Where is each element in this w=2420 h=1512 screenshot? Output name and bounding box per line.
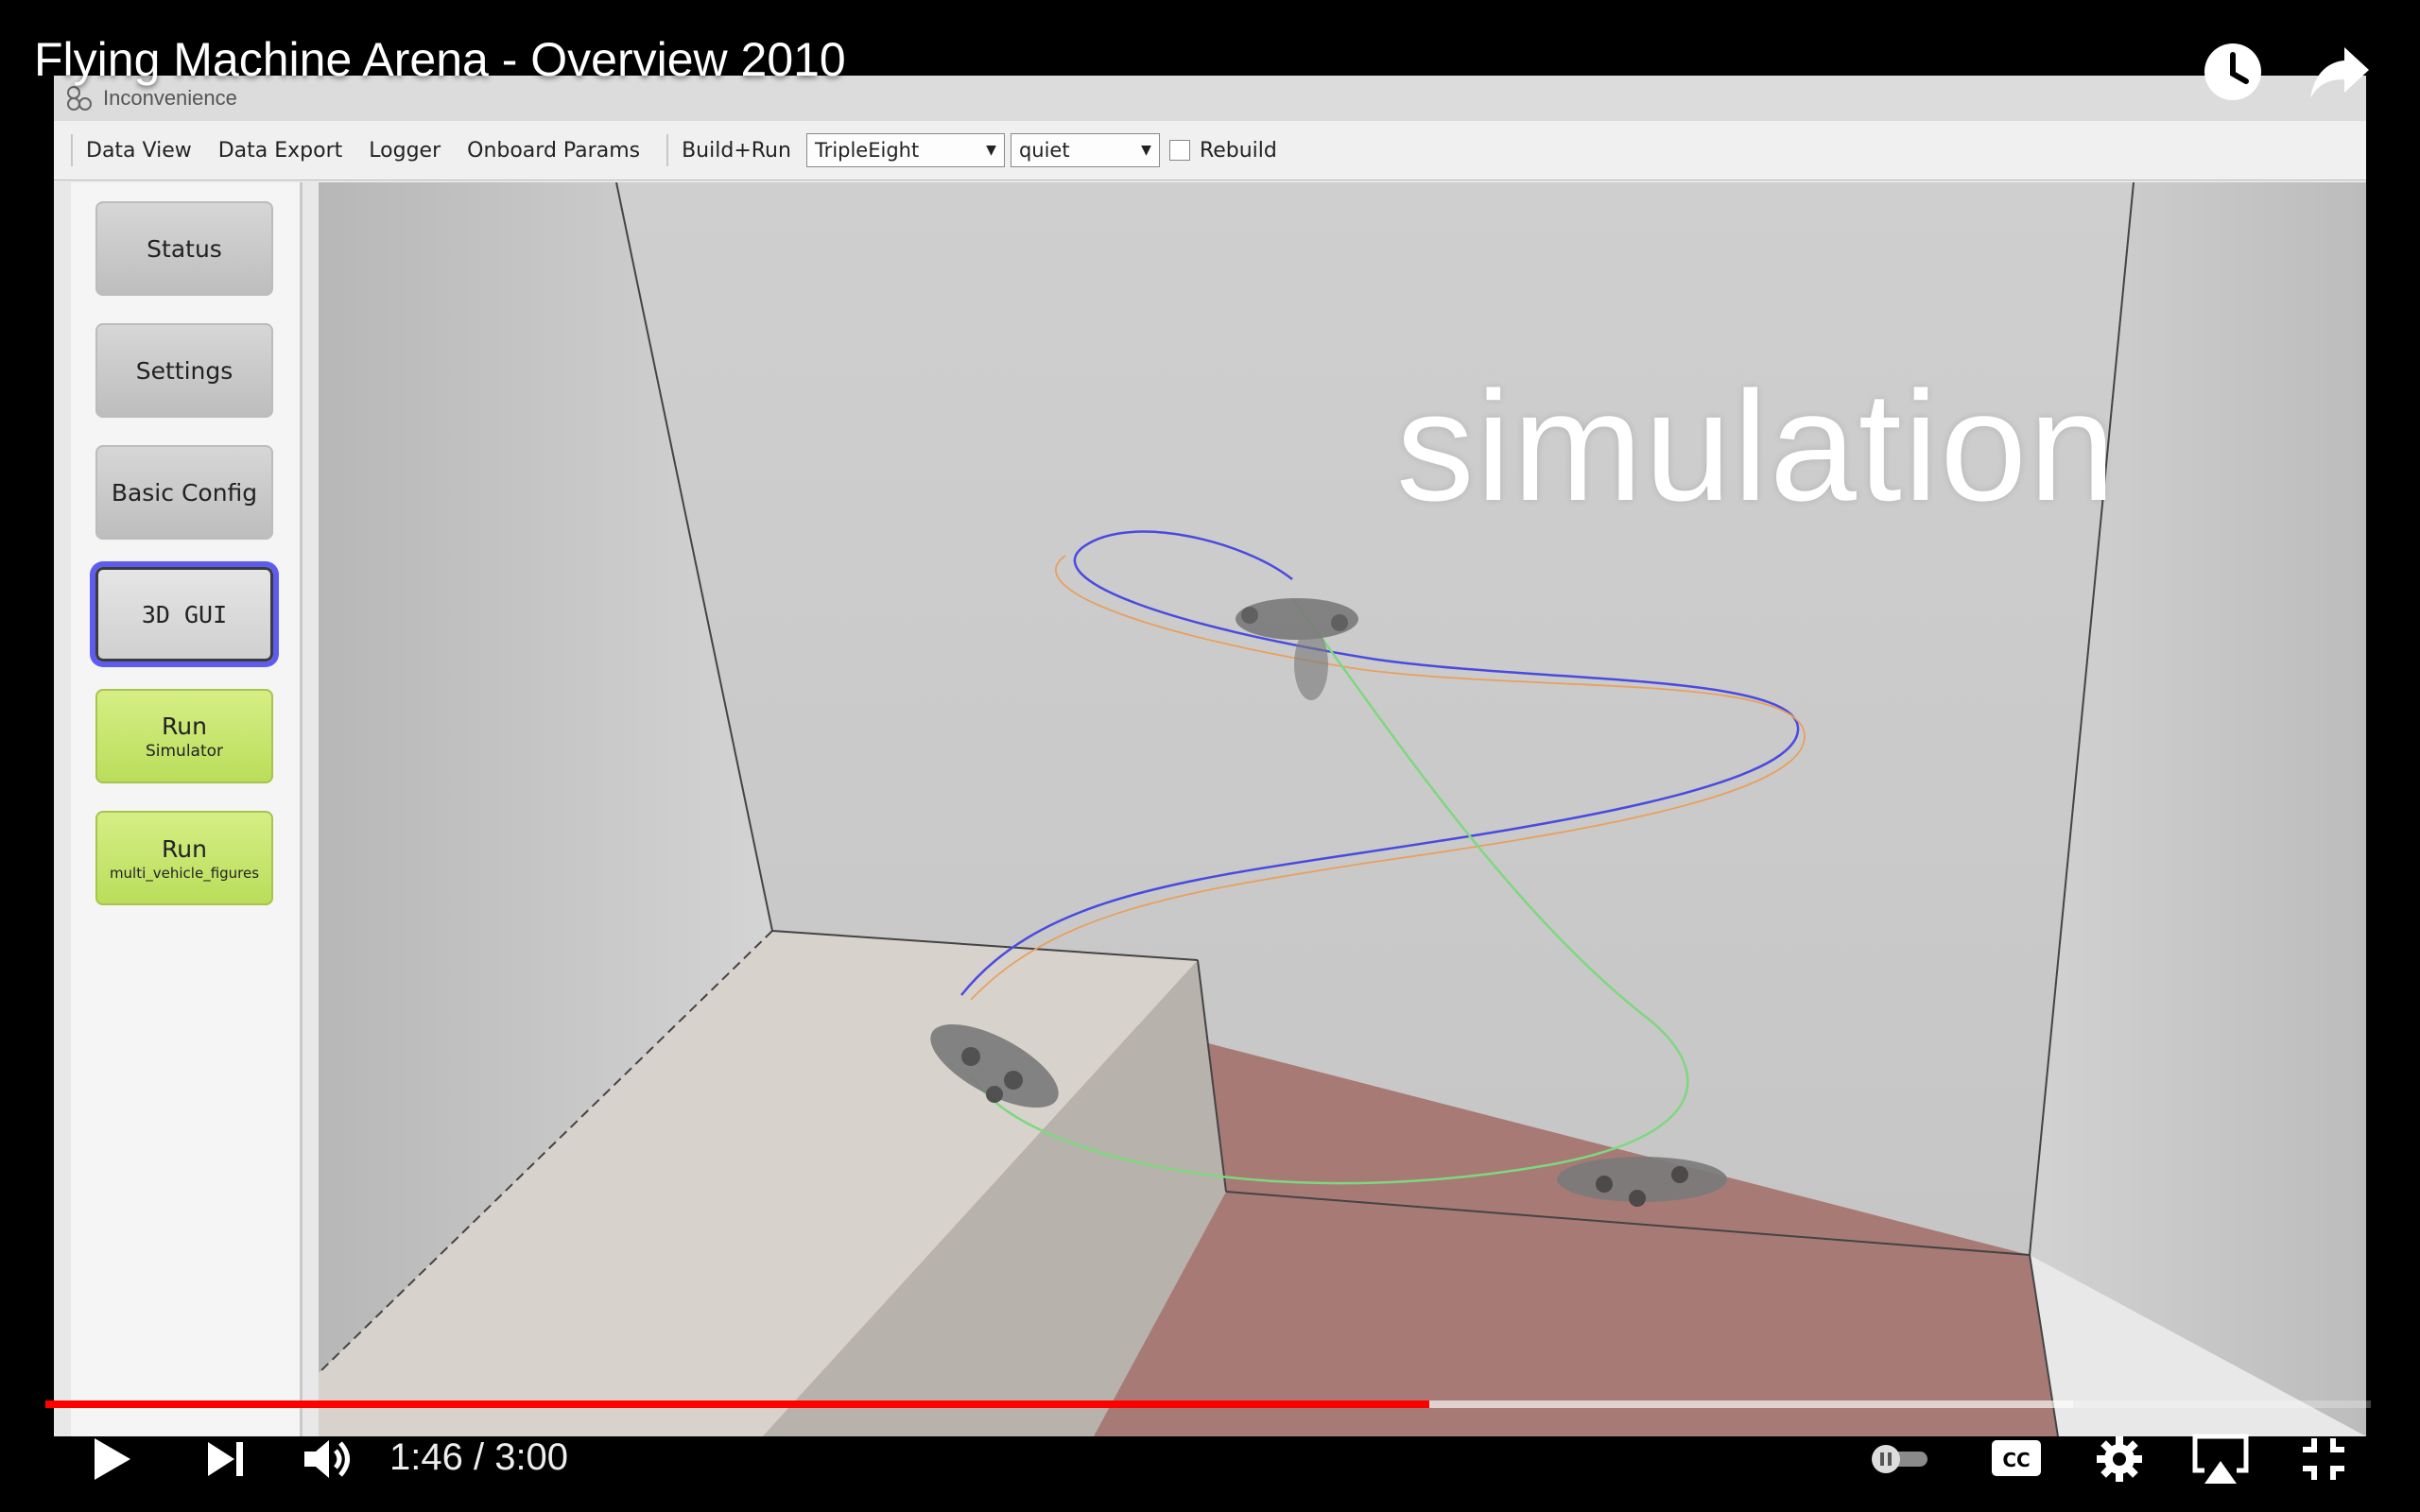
verbosity-select-value: quiet (1018, 139, 1070, 162)
autoplay-toggle-icon[interactable] (1867, 1442, 1933, 1476)
svg-text:CC: CC (2002, 1449, 2030, 1471)
verbosity-select[interactable]: quiet ▼ (1010, 133, 1160, 167)
airplay-icon[interactable] (2191, 1433, 2250, 1486)
app-logo-icon (67, 86, 92, 111)
app-toolbar: Data View Data Export Logger Onboard Par… (54, 121, 2366, 180)
3d-gui-button[interactable]: 3D GUI (95, 567, 273, 662)
trajectory-select[interactable]: TripleEight ▼ (805, 133, 1005, 167)
run-multi-vehicle-label: Run (162, 834, 207, 863)
rebuild-label: Rebuild (1199, 138, 1277, 163)
basic-config-button[interactable]: Basic Config (95, 445, 273, 540)
trajectory-select-value: TripleEight (814, 139, 920, 162)
simulation-overlay-label: simulation (1396, 359, 2118, 533)
settings-button-label: Settings (135, 356, 233, 385)
run-simulator-sublabel: Simulator (145, 741, 224, 761)
toolbar-data-view[interactable]: Data View (86, 139, 192, 163)
dropdown-arrow-icon: ▼ (1141, 143, 1151, 158)
volume-icon[interactable] (301, 1436, 354, 1482)
share-icon[interactable] (2307, 38, 2375, 106)
app-window: Inconvenience Data View Data Export Logg… (54, 76, 2366, 1436)
settings-icon[interactable] (2095, 1435, 2144, 1484)
toolbar-separator (666, 134, 669, 166)
run-simulator-label: Run (162, 712, 207, 740)
settings-button[interactable]: Settings (95, 323, 273, 418)
video-title[interactable]: Flying Machine Arena - Overview 2010 (34, 32, 846, 87)
captions-icon[interactable]: CC (1990, 1436, 2043, 1480)
progress-bar[interactable] (45, 1400, 2371, 1408)
player-controls: 1:46 / 3:00 CC (0, 1380, 2420, 1512)
run-multi-vehicle-sublabel: multi_vehicle_figures (109, 864, 260, 882)
next-icon[interactable] (202, 1436, 248, 1482)
time-display: 1:46 / 3:00 (389, 1436, 569, 1478)
3d-gui-button-label: 3D GUI (141, 600, 228, 628)
toolbar-data-export[interactable]: Data Export (218, 139, 343, 163)
video-frame[interactable]: Inconvenience Data View Data Export Logg… (54, 76, 2366, 1436)
toolbar-build-run[interactable]: Build+Run (682, 139, 791, 163)
play-icon[interactable] (87, 1435, 136, 1484)
dropdown-arrow-icon: ▼ (986, 143, 996, 158)
toolbar-logger[interactable]: Logger (369, 139, 441, 163)
basic-config-button-label: Basic Config (111, 478, 258, 507)
rebuild-checkbox[interactable]: Rebuild (1168, 138, 1277, 163)
app-sidebar: Status Settings Basic Config 3D GUI Run … (71, 182, 302, 1436)
toolbar-separator (71, 134, 73, 166)
checkbox-box[interactable] (1168, 140, 1190, 161)
run-multi-vehicle-button[interactable]: Run multi_vehicle_figures (95, 811, 273, 905)
status-button[interactable]: Status (95, 201, 273, 296)
status-button-label: Status (147, 234, 222, 263)
run-simulator-button[interactable]: Run Simulator (95, 689, 273, 783)
toolbar-onboard-params[interactable]: Onboard Params (467, 139, 640, 163)
exit-fullscreen-icon[interactable] (2299, 1435, 2348, 1484)
progress-played (45, 1400, 1429, 1408)
watch-later-icon[interactable] (2199, 38, 2267, 106)
app-title: Inconvenience (103, 86, 237, 110)
3d-viewport[interactable]: simulation (319, 182, 2366, 1436)
